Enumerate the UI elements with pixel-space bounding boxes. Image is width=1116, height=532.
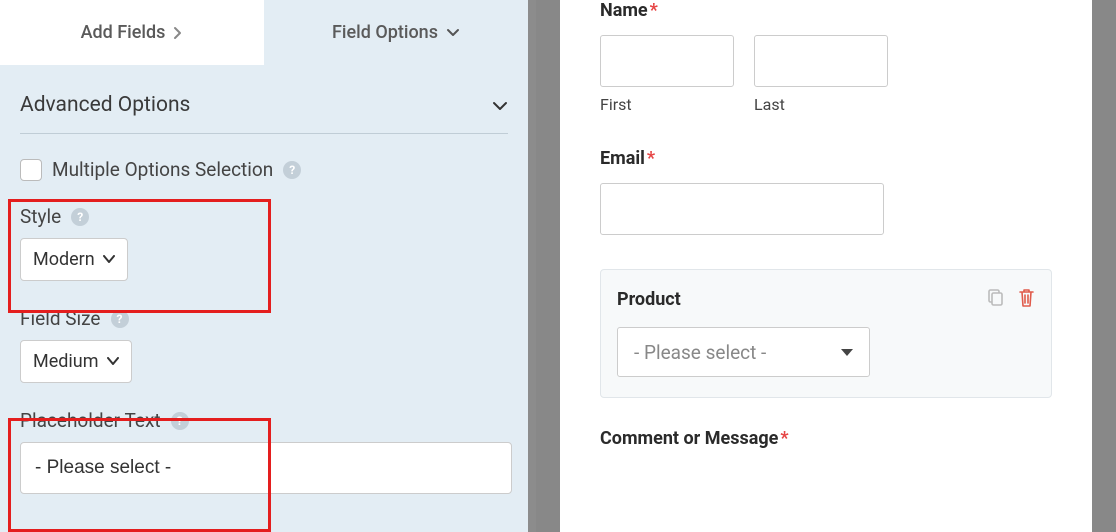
product-field-card[interactable]: Product - Please select - <box>600 269 1052 398</box>
last-name-input[interactable] <box>754 35 888 87</box>
chevron-down-icon <box>446 28 460 38</box>
last-sublabel: Last <box>754 95 888 114</box>
placeholder-text-label: Placeholder Text <box>20 409 161 432</box>
caret-down-icon <box>841 349 853 356</box>
help-icon[interactable]: ? <box>71 208 89 226</box>
tab-field-options[interactable]: Field Options <box>264 0 528 65</box>
required-asterisk: * <box>780 428 788 449</box>
required-asterisk: * <box>650 0 658 21</box>
product-select-placeholder: - Please select - <box>634 341 766 364</box>
chevron-down-icon <box>492 93 508 117</box>
product-label: Product <box>617 289 681 310</box>
multiple-options-checkbox[interactable] <box>20 159 42 181</box>
help-icon[interactable]: ? <box>171 412 189 430</box>
email-label: Email* <box>600 148 1052 169</box>
style-select[interactable]: Modern <box>20 238 128 281</box>
comment-label: Comment or Message* <box>600 428 1052 449</box>
style-select-value: Modern <box>33 249 95 270</box>
chevron-down-icon <box>103 255 115 264</box>
tab-field-options-label: Field Options <box>332 22 438 43</box>
email-input[interactable] <box>600 183 884 235</box>
product-select[interactable]: - Please select - <box>617 327 870 377</box>
duplicate-icon[interactable] <box>986 289 1004 311</box>
placeholder-text-input[interactable] <box>20 442 512 494</box>
chevron-down-icon <box>107 357 119 366</box>
required-asterisk: * <box>647 148 655 169</box>
tab-add-fields-label: Add Fields <box>81 22 166 43</box>
advanced-options-header[interactable]: Advanced Options <box>0 65 528 133</box>
multiple-options-label: Multiple Options Selection <box>52 158 273 181</box>
chevron-right-icon <box>173 26 183 40</box>
first-sublabel: First <box>600 95 734 114</box>
first-name-input[interactable] <box>600 35 734 87</box>
advanced-options-title: Advanced Options <box>20 93 190 117</box>
help-icon[interactable]: ? <box>111 310 129 328</box>
tab-add-fields[interactable]: Add Fields <box>0 0 264 65</box>
field-size-select[interactable]: Medium <box>20 340 132 383</box>
field-size-label: Field Size <box>20 307 101 330</box>
field-size-select-value: Medium <box>33 351 99 372</box>
name-label: Name* <box>600 0 1052 21</box>
trash-icon[interactable] <box>1018 288 1035 311</box>
style-label: Style <box>20 205 61 228</box>
help-icon[interactable]: ? <box>283 161 301 179</box>
